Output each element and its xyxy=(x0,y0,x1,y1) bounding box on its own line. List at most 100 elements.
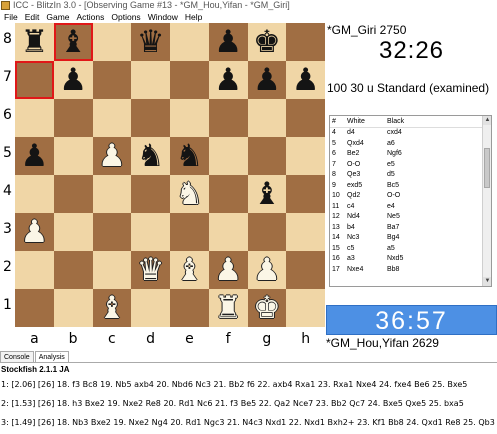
white-move[interactable]: O-O xyxy=(345,160,385,171)
square-h7[interactable]: ♟ xyxy=(286,61,325,99)
square-f5[interactable] xyxy=(208,137,248,175)
square-c7[interactable] xyxy=(92,61,132,99)
white-move[interactable]: Qe3 xyxy=(345,170,385,181)
square-h5[interactable] xyxy=(286,137,325,175)
square-d5[interactable]: ♞ xyxy=(131,137,170,175)
menu-actions[interactable]: Actions xyxy=(73,11,108,23)
menu-options[interactable]: Options xyxy=(107,11,143,23)
move-row[interactable]: 11 c4 e4 xyxy=(330,202,491,213)
black-pawn-icon[interactable]: ♟ xyxy=(214,64,242,96)
move-row[interactable]: 17 Nxe4 Bb8 xyxy=(330,265,491,276)
white-move[interactable]: b4 xyxy=(345,223,385,234)
square-g4[interactable]: ♝ xyxy=(247,175,287,213)
white-move[interactable]: Nd4 xyxy=(345,212,385,223)
white-move[interactable]: Qd2 xyxy=(345,191,385,202)
black-move[interactable]: Ne5 xyxy=(385,212,435,223)
square-g2[interactable]: ♟ xyxy=(247,251,287,289)
square-e3[interactable] xyxy=(170,213,209,251)
menu-help[interactable]: Help xyxy=(181,11,205,23)
move-row[interactable]: 10 Qd2 O-O xyxy=(330,191,491,202)
square-e1[interactable] xyxy=(170,289,209,327)
move-row[interactable]: 13 b4 Ba7 xyxy=(330,223,491,234)
move-list-scrollbar[interactable]: ▲ ▼ xyxy=(482,116,491,286)
move-row[interactable]: 15 c5 a5 xyxy=(330,244,491,255)
menu-game[interactable]: Game xyxy=(42,11,72,23)
black-knight-icon[interactable]: ♞ xyxy=(175,140,203,172)
white-knight-icon[interactable]: ♞ xyxy=(175,178,203,210)
black-king-icon[interactable]: ♚ xyxy=(253,26,281,58)
black-rook-icon[interactable]: ♜ xyxy=(20,26,48,58)
square-a3[interactable]: ♟ xyxy=(15,213,54,251)
scrollbar-thumb[interactable] xyxy=(484,148,490,188)
square-b8[interactable]: ♝ xyxy=(53,23,93,61)
menu-edit[interactable]: Edit xyxy=(21,11,43,23)
square-b4[interactable] xyxy=(53,175,93,213)
move-row[interactable]: 4 d4 cxd4 xyxy=(330,128,491,139)
bottom-player-name[interactable]: *GM_Hou,Yifan 2629 xyxy=(326,336,439,350)
black-move[interactable]: a6 xyxy=(385,139,435,150)
square-c3[interactable] xyxy=(92,213,132,251)
square-f7[interactable]: ♟ xyxy=(208,61,248,99)
move-row[interactable]: 8 Qe3 d5 xyxy=(330,170,491,181)
square-f1[interactable]: ♜ xyxy=(208,289,248,327)
square-b3[interactable] xyxy=(53,213,93,251)
square-d6[interactable] xyxy=(131,99,170,137)
black-move[interactable]: O-O xyxy=(385,191,435,202)
square-c4[interactable] xyxy=(92,175,132,213)
black-move[interactable]: e4 xyxy=(385,202,435,213)
white-pawn-icon[interactable]: ♟ xyxy=(253,254,281,286)
black-move[interactable]: Bb8 xyxy=(385,265,435,276)
square-g8[interactable]: ♚ xyxy=(247,23,287,61)
square-g7[interactable]: ♟ xyxy=(247,61,287,99)
white-rook-icon[interactable]: ♜ xyxy=(214,292,242,324)
square-c1[interactable]: ♝ xyxy=(92,289,132,327)
move-row[interactable]: 9 exd5 Bc5 xyxy=(330,181,491,192)
square-e8[interactable] xyxy=(170,23,209,61)
tab-analysis[interactable]: Analysis xyxy=(34,351,69,362)
square-c6[interactable] xyxy=(92,99,132,137)
square-g1[interactable]: ♚ xyxy=(247,289,287,327)
square-b5[interactable] xyxy=(53,137,93,175)
square-b1[interactable] xyxy=(53,289,93,327)
black-bishop-icon[interactable]: ♝ xyxy=(253,178,281,210)
square-h8[interactable] xyxy=(286,23,325,61)
black-pawn-icon[interactable]: ♟ xyxy=(214,26,242,58)
black-pawn-icon[interactable]: ♟ xyxy=(253,64,281,96)
scroll-down-arrow-icon[interactable]: ▼ xyxy=(483,277,491,286)
square-a8[interactable]: ♜ xyxy=(15,23,54,61)
white-move[interactable]: a3 xyxy=(345,254,385,265)
square-a6[interactable] xyxy=(15,99,54,137)
black-pawn-icon[interactable]: ♟ xyxy=(59,64,87,96)
square-b2[interactable] xyxy=(53,251,93,289)
move-row[interactable]: 16 a3 Nxd5 xyxy=(330,254,491,265)
square-e5[interactable]: ♞ xyxy=(170,137,209,175)
black-column-header[interactable]: Black xyxy=(385,116,435,127)
black-knight-icon[interactable]: ♞ xyxy=(137,140,165,172)
square-d7[interactable] xyxy=(131,61,170,99)
square-d3[interactable] xyxy=(131,213,170,251)
top-player-name[interactable]: *GM_Giri 2750 xyxy=(327,23,406,37)
square-e6[interactable] xyxy=(170,99,209,137)
white-pawn-icon[interactable]: ♟ xyxy=(214,254,242,286)
square-a4[interactable] xyxy=(15,175,54,213)
square-f2[interactable]: ♟ xyxy=(208,251,248,289)
white-pawn-icon[interactable]: ♟ xyxy=(20,216,48,248)
square-f6[interactable] xyxy=(208,99,248,137)
square-h6[interactable] xyxy=(286,99,325,137)
square-g6[interactable] xyxy=(247,99,287,137)
black-move[interactable]: e5 xyxy=(385,160,435,171)
black-pawn-icon[interactable]: ♟ xyxy=(292,64,320,96)
move-row[interactable]: 6 Be2 Ngf6 xyxy=(330,149,491,160)
white-queen-icon[interactable]: ♛ xyxy=(137,254,165,286)
square-h3[interactable] xyxy=(286,213,325,251)
black-pawn-icon[interactable]: ♟ xyxy=(20,140,48,172)
white-move[interactable]: c5 xyxy=(345,244,385,255)
square-e7[interactable] xyxy=(170,61,209,99)
square-c8[interactable] xyxy=(92,23,132,61)
white-move[interactable]: Be2 xyxy=(345,149,385,160)
square-c5[interactable]: ♟ xyxy=(92,137,132,175)
move-list[interactable]: # White Black 4 d4 cxd4 5 Qxd4 a6 6 Be2 Ngf6 7 O-O… xyxy=(329,115,492,287)
black-move[interactable]: Ngf6 xyxy=(385,149,435,160)
square-g5[interactable] xyxy=(247,137,287,175)
square-d1[interactable] xyxy=(131,289,170,327)
